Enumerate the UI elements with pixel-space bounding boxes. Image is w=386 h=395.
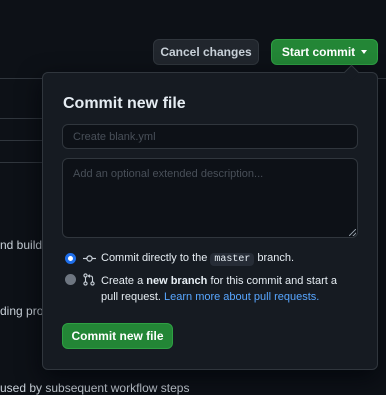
- commit-direct-radio[interactable]: [65, 253, 76, 264]
- background-text: ding pro: [0, 304, 44, 318]
- resize-handle-icon[interactable]: [349, 229, 356, 236]
- commit-new-file-button[interactable]: Commit new file: [62, 323, 173, 349]
- new-branch-label: Create a new branch for this commit and …: [101, 273, 351, 305]
- start-commit-label: Start commit: [281, 45, 356, 59]
- commit-direct-option[interactable]: Commit directly to the master branch.: [65, 252, 295, 266]
- learn-more-link[interactable]: Learn more about pull requests.: [164, 291, 319, 303]
- commit-description-textarea[interactable]: [62, 158, 358, 238]
- background-panel-row: [0, 162, 42, 163]
- popover-arrow: [343, 64, 360, 81]
- new-branch-option[interactable]: Create a new branch for this commit and …: [65, 273, 351, 305]
- background-text: used by subsequent workflow steps: [0, 381, 190, 395]
- git-pull-request-icon: [82, 273, 96, 286]
- commit-direct-prefix: Commit directly to the: [101, 252, 208, 264]
- commit-summary-input[interactable]: [62, 124, 358, 149]
- popover-title: Commit new file: [63, 95, 186, 112]
- background-panel-row: [0, 140, 42, 141]
- background-panel-row: [0, 118, 42, 119]
- cancel-changes-button[interactable]: Cancel changes: [153, 39, 259, 65]
- start-commit-button[interactable]: Start commit: [271, 39, 378, 65]
- commit-direct-suffix: branch.: [257, 252, 295, 264]
- triangle-down-icon: [361, 50, 368, 54]
- new-branch-radio[interactable]: [65, 274, 76, 285]
- commit-new-file-label: Commit new file: [71, 329, 164, 343]
- branch-name: master: [210, 253, 255, 266]
- commit-popover: Commit new file Commit directly to thema…: [42, 64, 378, 370]
- background-panel: [0, 79, 43, 199]
- cancel-changes-label: Cancel changes: [160, 45, 252, 59]
- background-text: nd build: [0, 238, 43, 252]
- new-branch-bold: new branch: [146, 275, 208, 287]
- git-commit-icon: [82, 252, 96, 265]
- commit-direct-label: Commit directly to the master branch.: [101, 252, 295, 266]
- new-branch-prefix: Create a: [101, 275, 144, 287]
